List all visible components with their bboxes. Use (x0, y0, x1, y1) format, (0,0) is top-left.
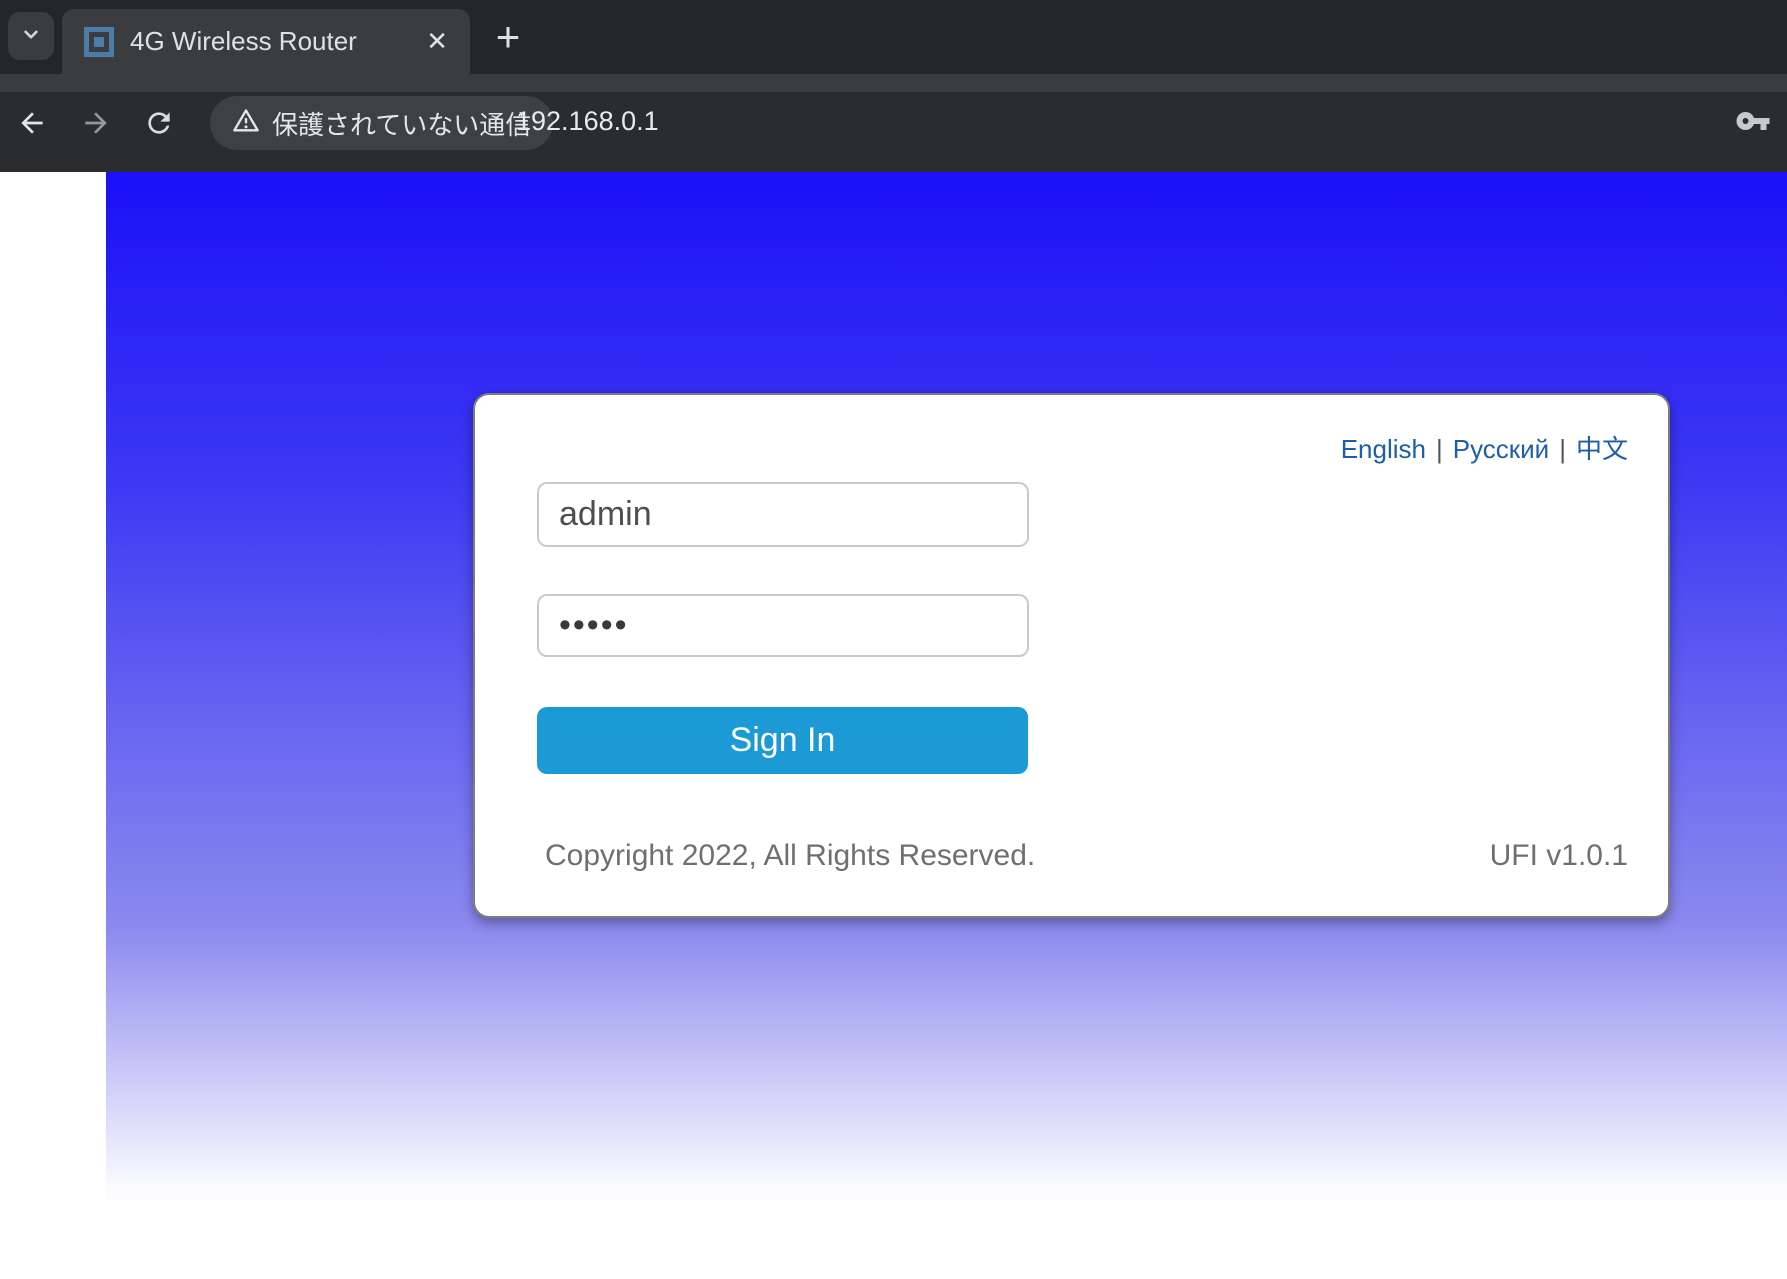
security-chip-label: 保護されていない通信 (272, 105, 531, 142)
url-text[interactable]: 192.168.0.1 (516, 106, 659, 137)
login-card: English | Русский | 中文 Sign In Copyright 202… (473, 393, 1670, 918)
tab-close-icon[interactable]: ✕ (422, 26, 452, 57)
password-input[interactable] (537, 594, 1029, 657)
copyright-text: Copyright 2022, All Rights Reserved. (545, 839, 1035, 873)
language-link-chinese[interactable]: 中文 (1576, 434, 1628, 464)
version-text: UFI v1.0.1 (1490, 839, 1628, 873)
tab-band (0, 74, 1787, 92)
forward-button[interactable] (80, 107, 112, 139)
language-separator: | (1436, 434, 1443, 464)
tab-strip: 4G Wireless Router ✕ + (0, 0, 1787, 74)
card-footer: Copyright 2022, All Rights Reserved. UFI… (545, 839, 1628, 873)
reload-button[interactable] (143, 107, 175, 139)
tab-search-button[interactable] (8, 12, 54, 60)
security-chip[interactable]: 保護されていない通信 (210, 96, 553, 150)
new-tab-button[interactable]: + (484, 13, 532, 61)
language-link-english[interactable]: English (1341, 434, 1426, 464)
browser-toolbar: 保護されていない通信 192.168.0.1 (0, 92, 1787, 172)
chevron-down-icon (18, 21, 44, 52)
active-tab[interactable]: 4G Wireless Router ✕ (62, 9, 470, 74)
router-favicon-icon (84, 27, 114, 57)
back-button[interactable] (16, 107, 48, 139)
warning-icon (232, 107, 260, 140)
sign-in-button[interactable]: Sign In (537, 707, 1028, 774)
language-switcher: English | Русский | 中文 (1341, 429, 1628, 466)
password-key-icon[interactable] (1735, 103, 1771, 139)
username-input[interactable] (537, 482, 1029, 547)
language-link-russian[interactable]: Русский (1453, 434, 1549, 464)
language-separator: | (1559, 434, 1566, 464)
tab-title: 4G Wireless Router (130, 26, 422, 57)
